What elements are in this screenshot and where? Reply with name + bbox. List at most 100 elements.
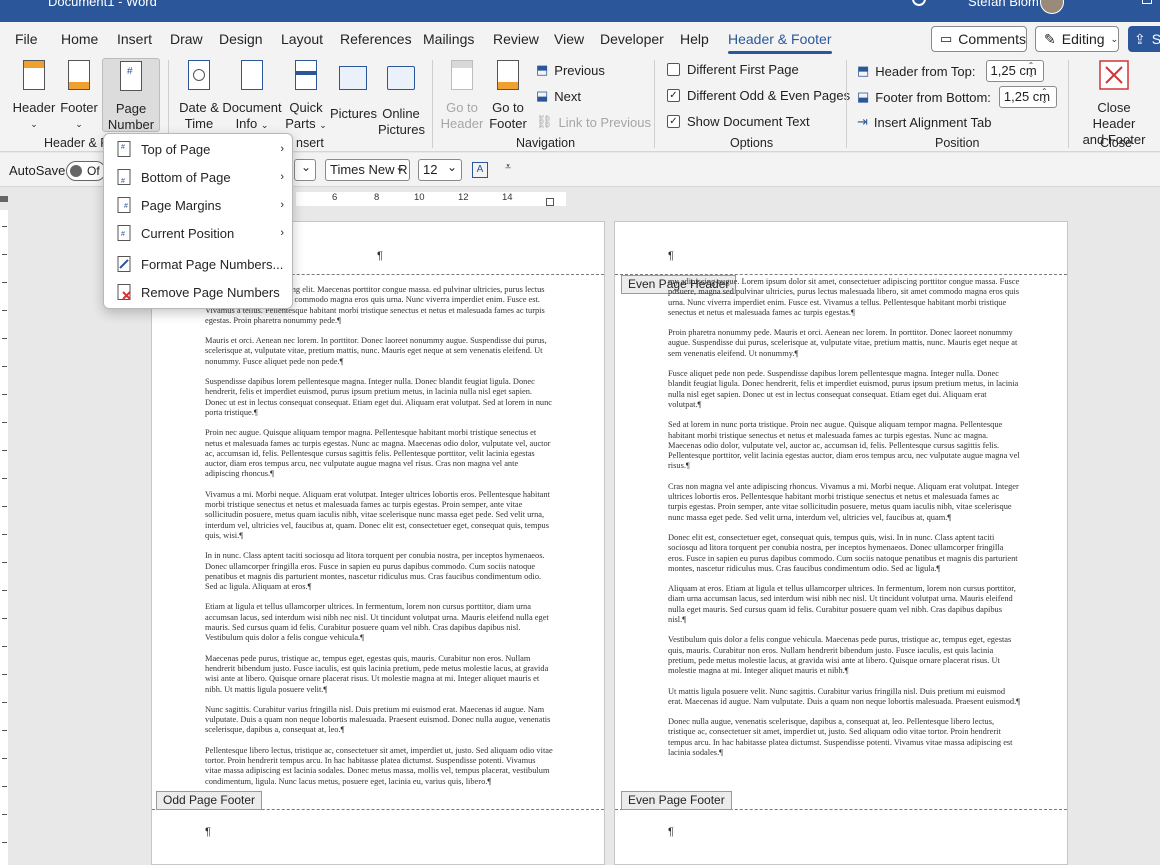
- date-time-button[interactable]: Date & Time: [176, 60, 222, 132]
- body-text-odd[interactable]: met, consectetuer adipiscing elit. Maece…: [205, 285, 553, 807]
- document-info-button[interactable]: Document Info ⌄: [222, 60, 282, 133]
- paragraph: In in nunc. Class aptent taciti sociosqu…: [205, 551, 545, 592]
- font-color-icon[interactable]: A: [472, 162, 488, 178]
- menu-item-bottom-of-page[interactable]: # Bottom of Page ›: [104, 164, 292, 190]
- close-header-footer-button[interactable]: Close Header and Footer: [1076, 60, 1152, 148]
- close-label-1: Close Header: [1092, 100, 1136, 131]
- online-pictures-label-1: Online: [382, 106, 420, 121]
- share-label: S: [1151, 31, 1160, 47]
- header-from-top-input[interactable]: 1,25 cm: [985, 60, 1044, 82]
- ruler-tick: [2, 814, 7, 815]
- document-title: Document1 - Word: [48, 0, 157, 9]
- next-label: Next: [554, 88, 582, 104]
- share-button[interactable]: ⇪ S: [1128, 26, 1160, 52]
- online-pictures-label-2: Pictures: [378, 122, 425, 137]
- go-to-header-label-2: Header: [440, 116, 484, 131]
- user-name[interactable]: Stefan Blom: [968, 0, 1039, 9]
- calendar-icon: [183, 60, 215, 96]
- restore-window-icon[interactable]: [1142, 0, 1152, 4]
- comments-label: Comments: [958, 31, 1026, 47]
- quick-parts-button[interactable]: Quick Parts ⌄: [284, 60, 328, 133]
- tab-developer[interactable]: Developer: [600, 31, 664, 47]
- group-label-insert: nsert: [296, 136, 324, 150]
- online-picture-icon: [385, 66, 417, 102]
- autosave-toggle[interactable]: Of: [66, 161, 106, 181]
- paragraph: Ut mattis ligula posuere velit. Nunc sag…: [668, 686, 1020, 706]
- online-pictures-button[interactable]: Online Pictures: [378, 60, 425, 138]
- tab-insert[interactable]: Insert: [117, 31, 152, 47]
- page-even[interactable]: ¶ Even Page Header my adipiscing augue. …: [614, 221, 1068, 865]
- font-size-combo[interactable]: 12: [418, 157, 462, 181]
- go-to-header-icon: [446, 60, 478, 96]
- different-first-page-checkbox[interactable]: Different First Page: [667, 62, 799, 77]
- right-indent-marker[interactable]: [546, 198, 554, 206]
- header-button[interactable]: Header ⌄: [10, 60, 58, 132]
- page-number-button[interactable]: # Page Number ⌄: [102, 58, 160, 147]
- tab-view[interactable]: View: [554, 31, 584, 47]
- header-icon: [18, 60, 50, 96]
- paragraph: Vestibulum quis dolor a felis congue veh…: [668, 635, 1012, 676]
- go-to-header-button[interactable]: Go to Header: [440, 60, 484, 132]
- page-number-menu: # Top of Page › # Bottom of Page › # Pag…: [103, 133, 293, 309]
- previous-button[interactable]: ⬒ Previous: [536, 62, 605, 78]
- tab-layout[interactable]: Layout: [281, 31, 323, 47]
- tab-draw[interactable]: Draw: [170, 31, 203, 47]
- menu-item-page-margins[interactable]: # Page Margins ›: [104, 192, 292, 218]
- tab-selector-icon[interactable]: [0, 196, 8, 202]
- tab-help[interactable]: Help: [680, 31, 709, 47]
- paragraph: Proin pharetra nonummy pede. Mauris et o…: [668, 328, 1018, 358]
- previous-icon: ⬒: [536, 62, 549, 77]
- svg-text:#: #: [124, 203, 128, 210]
- group-divider: [654, 60, 655, 148]
- date-time-label-1: Date &: [179, 100, 219, 115]
- tab-mailings[interactable]: Mailings: [423, 31, 474, 47]
- comments-button[interactable]: ▭ Comments: [931, 26, 1027, 52]
- link-to-previous-button[interactable]: ⛓ Link to Previous: [536, 114, 651, 130]
- avatar[interactable]: [1040, 0, 1064, 14]
- show-document-text-checkbox[interactable]: ✓ Show Document Text: [667, 114, 810, 129]
- different-odd-even-checkbox[interactable]: ✓ Different Odd & Even Pages: [667, 88, 850, 103]
- footer-button[interactable]: Footer ⌄: [58, 60, 100, 132]
- insert-alignment-tab-button[interactable]: ⇥ Insert Alignment Tab: [857, 114, 991, 130]
- quick-parts-label-1: Quick: [289, 100, 323, 115]
- tab-header-footer[interactable]: Header & Footer: [728, 31, 832, 54]
- document-info-label-text: Info: [235, 116, 258, 131]
- menu-item-remove-page-numbers[interactable]: Remove Page Numbers: [104, 279, 292, 305]
- tab-review[interactable]: Review: [493, 31, 539, 47]
- style-combo[interactable]: [294, 157, 316, 181]
- editing-mode-button[interactable]: ✎ Editing ⌄: [1035, 26, 1119, 52]
- footer-from-bottom-input[interactable]: 1,25 cm: [998, 86, 1057, 108]
- menu-item-top-of-page[interactable]: # Top of Page ›: [104, 136, 292, 162]
- search-icon[interactable]: [912, 0, 926, 6]
- chevron-down-icon: ⌄: [319, 120, 327, 130]
- next-button[interactable]: ⬓ Next: [536, 88, 581, 104]
- quick-parts-label-2: Parts ⌄: [284, 116, 328, 133]
- menu-item-current-position[interactable]: # Current Position ›: [104, 220, 292, 246]
- tab-design[interactable]: Design: [219, 31, 263, 47]
- body-text-even[interactable]: my adipiscing augue. Lorem ipsum dolor s…: [668, 277, 1020, 807]
- ruler-tick: [2, 590, 7, 591]
- ruler-mark: 14: [502, 192, 513, 203]
- chevron-down-icon: ⌄: [75, 119, 83, 129]
- menu-item-label: Remove Page Numbers: [141, 284, 280, 300]
- tab-file[interactable]: File: [15, 31, 38, 47]
- ruler-tick: [2, 478, 7, 479]
- font-name-combo[interactable]: Times New R: [325, 157, 410, 181]
- page-number-label-1: Page: [115, 101, 147, 116]
- current-position-icon: #: [116, 225, 132, 241]
- tab-references[interactable]: References: [340, 31, 412, 47]
- page-odd[interactable]: ¶ met, consectetuer adipiscing elit. Mae…: [151, 221, 605, 865]
- go-to-footer-button[interactable]: Go to Footer: [486, 60, 530, 132]
- chevron-down-icon: ⌄: [260, 120, 269, 130]
- page-top-icon: #: [116, 141, 132, 157]
- even-page-footer-tag: Even Page Footer: [621, 791, 732, 810]
- picture-icon: [337, 66, 369, 102]
- pictures-button[interactable]: Pictures: [330, 60, 377, 122]
- menu-item-format-page-numbers[interactable]: Format Page Numbers...: [104, 251, 292, 277]
- chevron-down-icon: ⌄: [1110, 33, 1119, 44]
- tab-home[interactable]: Home: [61, 31, 98, 47]
- customize-toolbar-icon[interactable]: ⩡: [505, 161, 511, 174]
- ruler-tick: [2, 226, 7, 227]
- header-paragraph-mark: ¶: [668, 250, 674, 262]
- page-margin-icon: #: [116, 197, 132, 213]
